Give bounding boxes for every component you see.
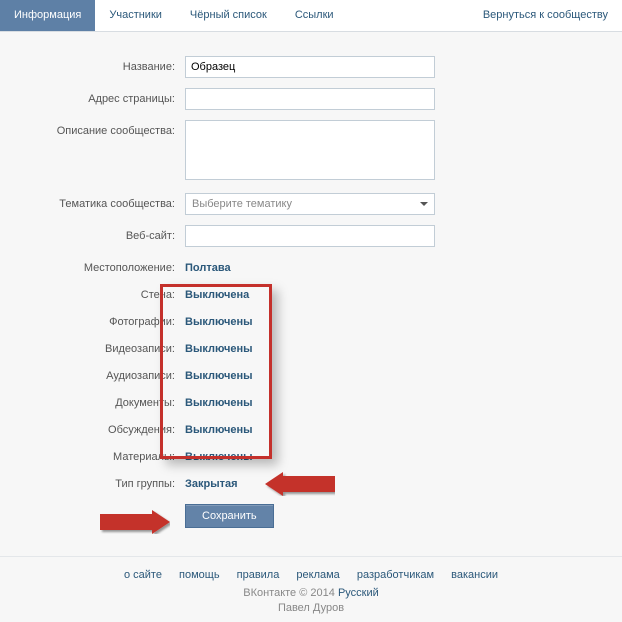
settings-form: Название: Адрес страницы: Описание сообщ… [0, 32, 622, 556]
materials-value[interactable]: Выключены [185, 446, 252, 463]
label-description: Описание сообщества: [30, 120, 185, 137]
tab-links[interactable]: Ссылки [281, 0, 348, 31]
group-type-value[interactable]: Закрытая [185, 473, 238, 490]
label-discussions: Обсуждения: [30, 419, 185, 436]
footer-link-devs[interactable]: разработчикам [357, 569, 434, 581]
back-to-community[interactable]: Вернуться к сообществу [469, 0, 622, 31]
label-theme: Тематика сообщества: [30, 193, 185, 210]
docs-value[interactable]: Выключены [185, 392, 252, 409]
footer-brand: ВКонтакте [243, 587, 296, 599]
name-input[interactable] [185, 56, 435, 78]
footer-link-rules[interactable]: правила [237, 569, 280, 581]
label-wall: Стена: [30, 284, 185, 301]
videos-value[interactable]: Выключены [185, 338, 252, 355]
label-docs: Документы: [30, 392, 185, 409]
footer-link-ads[interactable]: реклама [296, 569, 339, 581]
footer-link-jobs[interactable]: вакансии [451, 569, 498, 581]
tab-info[interactable]: Информация [0, 0, 95, 31]
discussions-value[interactable]: Выключены [185, 419, 252, 436]
theme-select[interactable]: Выберите тематику [185, 193, 435, 215]
location-value[interactable]: Полтава [185, 257, 231, 274]
label-videos: Видеозаписи: [30, 338, 185, 355]
chevron-down-icon [420, 202, 428, 206]
tabs-bar: Информация Участники Чёрный список Ссылк… [0, 0, 622, 32]
address-input[interactable] [185, 88, 435, 110]
wall-value[interactable]: Выключена [185, 284, 249, 301]
website-input[interactable] [185, 225, 435, 247]
footer: о сайте помощь правила реклама разработч… [0, 556, 622, 622]
tab-blacklist[interactable]: Чёрный список [176, 0, 281, 31]
audios-value[interactable]: Выключены [185, 365, 252, 382]
footer-author: Павел Дуров [278, 602, 344, 614]
footer-language[interactable]: Русский [338, 587, 379, 599]
label-audios: Аудиозаписи: [30, 365, 185, 382]
save-button[interactable]: Сохранить [185, 504, 274, 528]
tab-members[interactable]: Участники [95, 0, 176, 31]
label-location: Местоположение: [30, 257, 185, 274]
footer-link-help[interactable]: помощь [179, 569, 220, 581]
theme-placeholder: Выберите тематику [192, 198, 292, 210]
footer-link-about[interactable]: о сайте [124, 569, 162, 581]
label-materials: Материалы: [30, 446, 185, 463]
photos-value[interactable]: Выключены [185, 311, 252, 328]
label-name: Название: [30, 56, 185, 73]
description-textarea[interactable] [185, 120, 435, 180]
label-photos: Фотографии: [30, 311, 185, 328]
footer-copyright: © 2014 [299, 587, 335, 599]
label-website: Веб-сайт: [30, 225, 185, 242]
label-group-type: Тип группы: [30, 473, 185, 490]
label-address: Адрес страницы: [30, 88, 185, 105]
